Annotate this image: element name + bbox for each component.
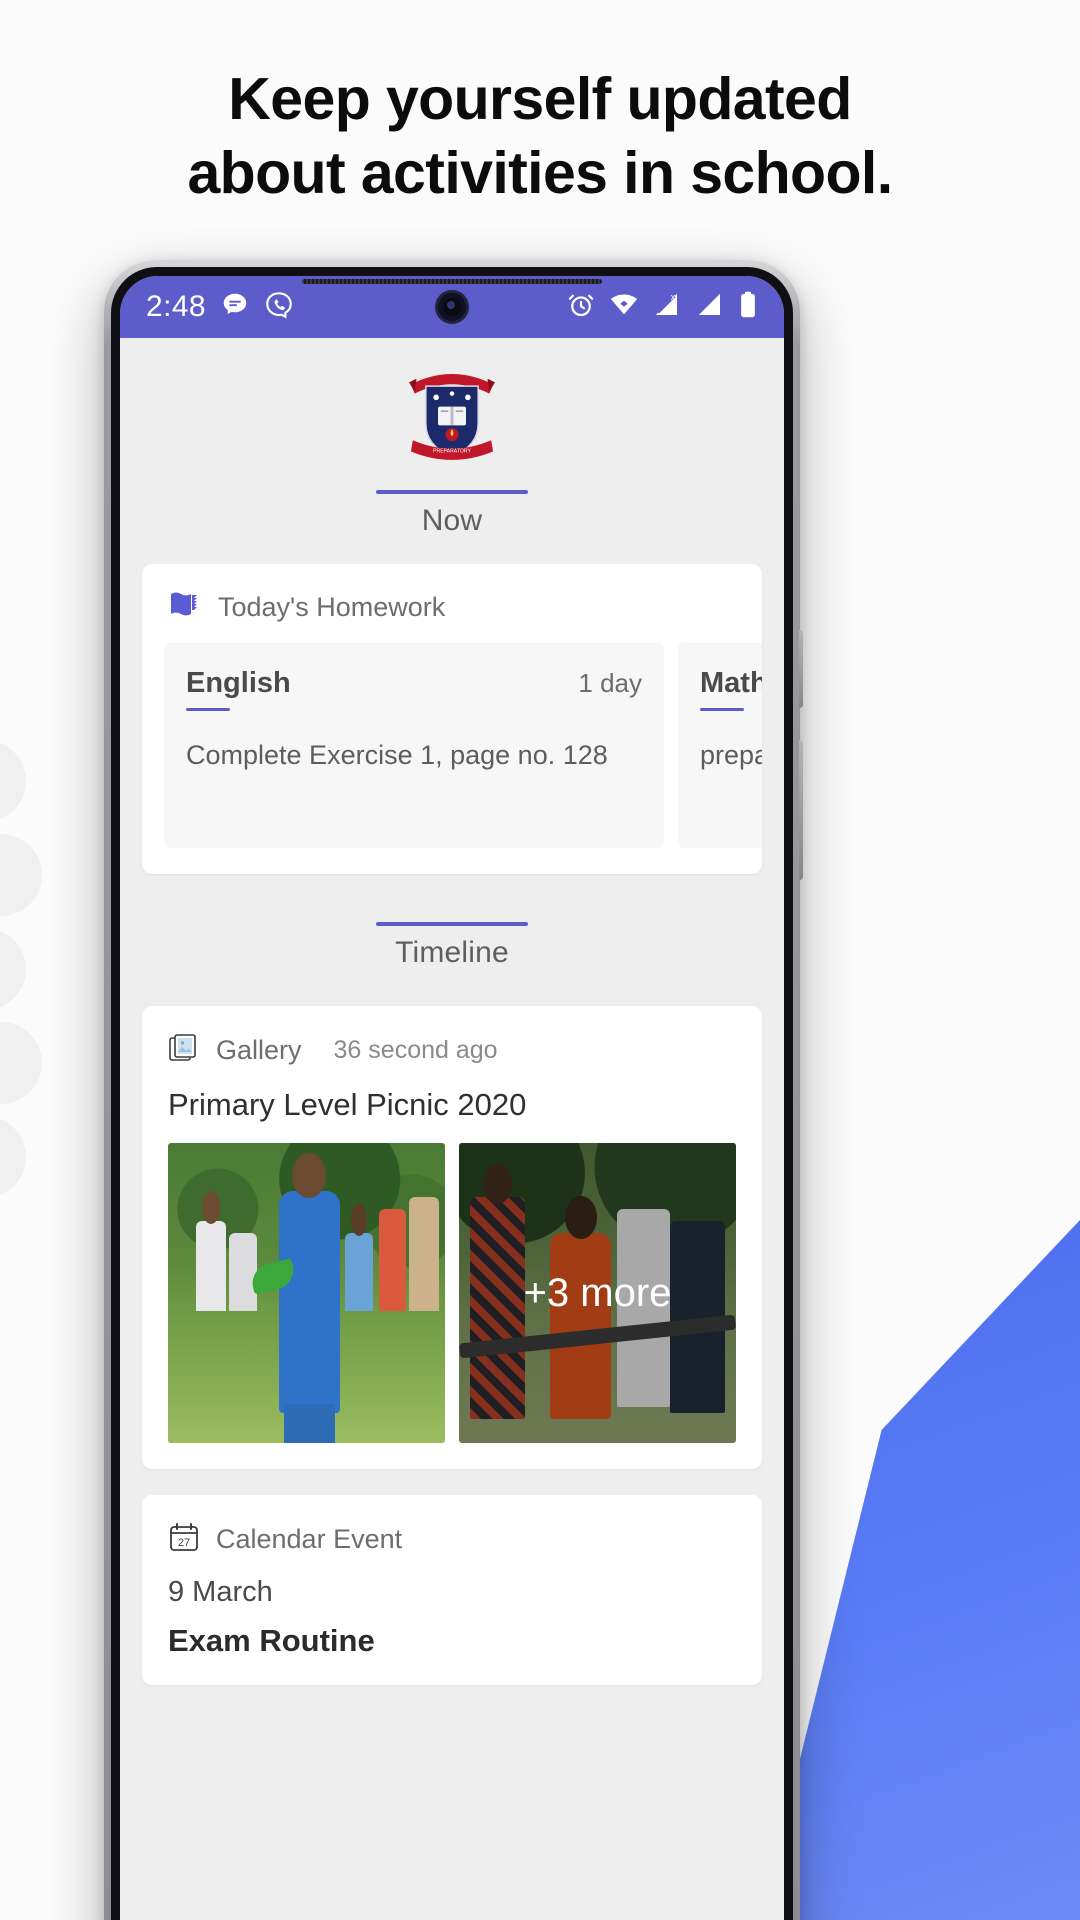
phone-screen: 2:48 x PREPARATORY Now Today's Homework … [120,276,784,1920]
homework-items-scroller[interactable]: English 1 day Complete Exercise 1, page … [142,643,762,874]
book-icon [168,590,202,625]
homework-accent-rule [186,708,230,711]
promo-screenshot: Keep yourself updated about activities i… [0,0,1080,1920]
calendar-card-header: 27 Calendar Event [142,1495,762,1576]
homework-accent-rule [700,708,744,711]
homework-subject: English [186,667,291,699]
homework-item[interactable]: Mathematics prepare for te [678,643,762,848]
background-dot-column [0,740,42,1210]
gallery-post-title: Primary Level Picnic 2020 [168,1087,527,1122]
battery-icon [738,290,758,325]
phone-mockup: 2:48 x PREPARATORY Now Today's Homework … [104,260,803,1920]
promo-headline: Keep yourself updated about activities i… [0,66,1080,206]
gallery-more-overlay[interactable]: +3 more [459,1143,736,1443]
calendar-event-date: 9 March [168,1576,273,1608]
earpiece-speaker [302,279,602,284]
signal-bars-icon [695,290,725,325]
signal-off-icon: x [652,290,682,325]
front-camera-punch-hole [435,290,469,324]
tab-timeline[interactable]: Timeline [120,874,784,980]
app-header: PREPARATORY Now [120,338,784,538]
status-bar-clock: 2:48 [146,290,206,323]
gallery-post-card[interactable]: Gallery 36 second ago Primary Level Picn… [142,1006,762,1469]
calendar-event-card[interactable]: 27 Calendar Event 9 March Exam Routine [142,1495,762,1685]
gallery-photo[interactable] [168,1143,445,1443]
homework-subject: Mathematics [700,667,762,699]
calendar-27-icon: 27 [168,1521,200,1558]
headline-line-2: about activities in school. [187,139,893,206]
message-bubble-icon [220,290,250,325]
homework-item[interactable]: English 1 day Complete Exercise 1, page … [164,643,664,848]
background-blue-wedge [760,1220,1080,1920]
homework-description: Complete Exercise 1, page no. 128 [186,740,608,770]
gallery-photo-grid: +3 more [142,1143,762,1469]
homework-description: prepare for te [700,740,762,770]
gallery-card-timestamp: 36 second ago [333,1036,498,1064]
homework-due: 1 day [578,668,642,698]
phone-power-button[interactable] [799,630,803,708]
calendar-card-label: Calendar Event [216,1524,403,1554]
homework-card-label: Today's Homework [218,592,446,622]
tab-timeline-label: Timeline [395,936,509,969]
homework-card-header: Today's Homework [142,564,762,643]
svg-text:x: x [671,292,676,302]
phone-volume-button[interactable] [799,740,803,880]
status-bar: 2:48 x [120,276,784,338]
wifi-icon [609,290,639,325]
app-content: PREPARATORY Now Today's Homework English… [120,338,784,1920]
gallery-card-header: Gallery 36 second ago [142,1006,762,1087]
school-crest-logo: PREPARATORY [396,360,508,472]
tab-now[interactable]: Now [376,490,528,538]
tab-now-indicator [376,490,528,494]
calendar-event-title: Exam Routine [168,1623,375,1658]
svg-text:27: 27 [178,1537,190,1549]
gallery-card-label: Gallery [216,1035,302,1065]
photo-children-park [168,1143,445,1443]
headline-line-1: Keep yourself updated [228,66,852,132]
tab-timeline-indicator [376,922,528,926]
viber-call-icon [264,290,294,325]
todays-homework-card[interactable]: Today's Homework English 1 day Complete … [142,564,762,874]
svg-text:PREPARATORY: PREPARATORY [433,448,471,454]
tab-now-label: Now [421,504,483,537]
gallery-photo[interactable]: +3 more [459,1143,736,1443]
gallery-icon [168,1032,200,1069]
alarm-clock-icon [566,290,596,325]
